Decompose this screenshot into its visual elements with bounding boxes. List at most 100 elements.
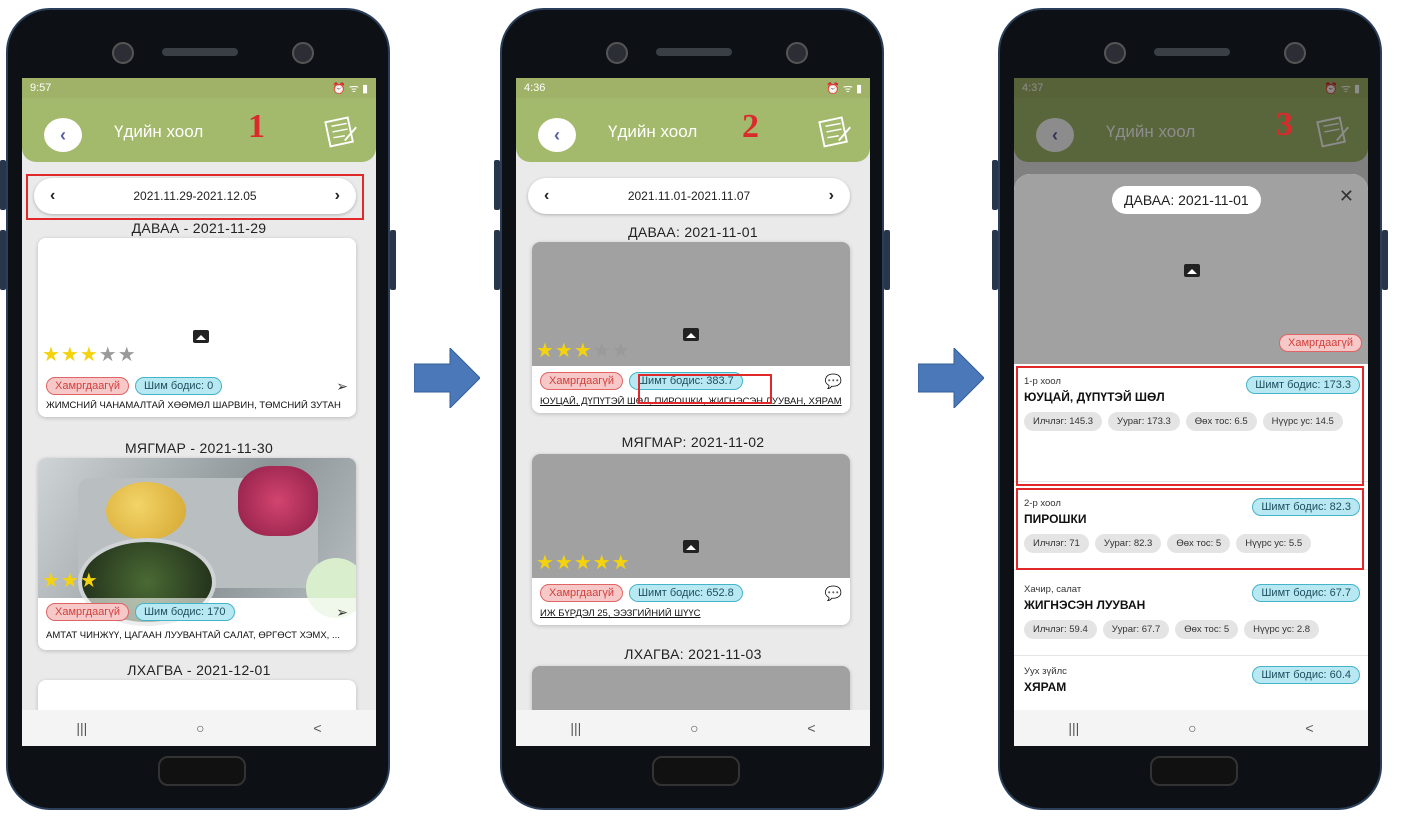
volume-button — [992, 160, 998, 210]
send-icon[interactable]: ➢ — [336, 604, 348, 621]
meal-image: ★★★★★ — [532, 242, 850, 366]
close-icon[interactable]: ✕ — [1339, 186, 1354, 207]
nutrient-badge: Шим бодис: 0 — [134, 377, 223, 395]
back-button[interactable]: ‹ — [538, 118, 576, 152]
phone-frame-2: 4:36 ⏰ ᯤ ▮ ‹ Үдийн хоол 2 ‹ 2021.11.01-2… — [494, 8, 890, 810]
home-icon[interactable]: ○ — [690, 720, 698, 736]
image-placeholder-icon — [683, 328, 699, 341]
meal-image: ★★★★★ — [532, 454, 850, 578]
sensor — [292, 42, 314, 64]
volume-button — [494, 160, 500, 210]
page-title: Үдийн хоол — [114, 122, 204, 141]
nutrient-badge: Шимт бодис: 60.4 — [1252, 666, 1360, 684]
phone-frame-3: 4:37 ⏰ ᯤ ▮ ‹ Үдийн хоол 3 Хамргдаагүй ДА… — [992, 8, 1388, 810]
back-nav-icon[interactable]: < — [313, 720, 321, 736]
meal-detail-sheet: Хамргдаагүй ДАВАА: 2021-11-01 ✕ 1-р хоол… — [1014, 174, 1368, 746]
comment-icon[interactable]: 💬 — [825, 373, 842, 390]
meal-item: Хачир, салат ЖИГНЭСЭН ЛУУВАН Шимт бодис:… — [1014, 578, 1368, 656]
system-nav-bar: ||| ○ < — [1014, 710, 1368, 746]
send-icon[interactable]: ➢ — [336, 378, 348, 395]
home-icon[interactable]: ○ — [1188, 720, 1196, 736]
power-button — [884, 230, 890, 290]
status-icons: ⏰ ᯤ ▮ — [826, 82, 862, 95]
meal-caption: ЖИМСНИЙ ЧАНАМАЛТАЙ ХӨӨМӨЛ ШАРВИН, ТӨМСНИ… — [46, 400, 341, 411]
chevron-left-icon: ‹ — [60, 124, 66, 145]
screen-3: 4:37 ⏰ ᯤ ▮ ‹ Үдийн хоол 3 Хамргдаагүй ДА… — [1014, 78, 1368, 746]
status-time: 4:36 — [524, 82, 546, 94]
chevron-left-icon[interactable]: ‹ — [544, 187, 549, 205]
back-nav-icon[interactable]: < — [807, 720, 815, 736]
nutrient-pill: Илчлэг: 59.4 — [1024, 620, 1097, 639]
image-placeholder-icon — [683, 540, 699, 553]
day-header: МЯГМАР: 2021-11-02 — [621, 434, 765, 450]
meal-caption: ИЖ БҮРДЭЛ 25, ЭЭЗГИЙНИЙ ШҮҮС — [540, 608, 701, 619]
volume-button — [0, 230, 6, 290]
front-camera — [112, 42, 134, 64]
rating-stars[interactable]: ★★★★★ — [536, 338, 631, 363]
day-header: ДАВАА - 2021-11-29 — [131, 220, 267, 236]
day-header: МЯГМАР - 2021-11-30 — [124, 440, 274, 456]
sheet-title: ДАВАА: 2021-11-01 — [1112, 186, 1261, 214]
system-nav-bar: ||| ○ < — [22, 710, 376, 746]
power-button — [390, 230, 396, 290]
status-icons: ⏰ ᯤ ▮ — [332, 82, 368, 95]
earpiece-speaker — [656, 48, 732, 56]
power-button — [1382, 230, 1388, 290]
day-header: ЛХАГВА: 2021-11-03 — [624, 646, 762, 662]
image-placeholder-icon — [1184, 264, 1200, 277]
meal-caption: АМТАТ ЧИНЖҮҮ, ЦАГААН ЛУУВАНТАЙ САЛАТ, ӨР… — [46, 630, 340, 641]
recent-apps-icon[interactable]: ||| — [570, 720, 581, 736]
volume-button — [992, 230, 998, 290]
phone-chin — [1150, 756, 1238, 786]
sensor — [786, 42, 808, 64]
front-camera — [1104, 42, 1126, 64]
step-number: 2 — [742, 108, 759, 145]
back-button[interactable]: ‹ — [44, 118, 82, 152]
meal-card[interactable]: ★★★ Хамргдаагүй Шим бодис: 170 ➢ АМТАТ Ч… — [38, 458, 356, 650]
notepad-icon[interactable] — [322, 112, 360, 150]
page-title: Үдийн хоол — [608, 122, 698, 141]
sensor — [1284, 42, 1306, 64]
recent-apps-icon[interactable]: ||| — [76, 720, 87, 736]
meal-image: ★★★ — [38, 458, 356, 626]
notepad-icon[interactable] — [816, 112, 854, 150]
system-nav-bar: ||| ○ < — [516, 710, 870, 746]
status-bar: 4:36 ⏰ ᯤ ▮ — [516, 78, 870, 98]
rating-stars[interactable]: ★★★★★ — [42, 342, 137, 367]
home-icon[interactable]: ○ — [196, 720, 204, 736]
day-header: ДАВАА: 2021-11-01 — [628, 224, 758, 240]
comment-icon[interactable]: 💬 — [825, 585, 842, 602]
nutrient-pill: Уураг: 67.7 — [1102, 620, 1170, 639]
phone-chin — [652, 756, 740, 786]
screen-1: 9:57 ⏰ ᯤ ▮ ‹ Үдийн хоол 1 ‹ 2021.11.29-2… — [22, 78, 376, 746]
nutrient-pill: Нүүрс ус: 2.8 — [1244, 620, 1320, 639]
phone-frame-1: 9:57 ⏰ ᯤ ▮ ‹ Үдийн хоол 1 ‹ 2021.11.29-2… — [0, 8, 396, 810]
screen-2: 4:36 ⏰ ᯤ ▮ ‹ Үдийн хоол 2 ‹ 2021.11.01-2… — [516, 78, 870, 746]
arrow-right-icon — [414, 348, 480, 408]
image-placeholder-icon — [193, 330, 209, 343]
nutrient-badge: Шимт бодис: 652.8 — [628, 584, 743, 602]
status-badge: Хамргдаагүй — [540, 584, 623, 602]
step-number: 1 — [248, 108, 265, 145]
app-bar: ‹ Үдийн хоол 1 — [22, 98, 376, 162]
week-selector: ‹ 2021.11.01-2021.11.07 › — [528, 178, 850, 214]
highlight-box — [1016, 366, 1364, 486]
status-badge: Хамргдаагүй — [46, 603, 129, 621]
meal-card[interactable]: ★★★★★ Хамргдаагүй Шимт бодис: 652.8 💬 ИЖ… — [532, 454, 850, 625]
chevron-right-icon[interactable]: › — [829, 187, 834, 205]
rating-stars[interactable]: ★★★★★ — [536, 550, 631, 575]
meal-card[interactable]: ★★★★★ Хамргдаагүй Шим бодис: 0 ➢ ЖИМСНИЙ… — [38, 238, 356, 417]
earpiece-speaker — [162, 48, 238, 56]
rating-stars[interactable]: ★★★ — [42, 568, 99, 593]
front-camera — [606, 42, 628, 64]
nutrient-pill: Өөх тос: 5 — [1175, 620, 1239, 639]
recent-apps-icon[interactable]: ||| — [1068, 720, 1079, 736]
phone-chin — [158, 756, 246, 786]
nutrient-badge: Шимт бодис: 67.7 — [1252, 584, 1360, 602]
status-badge: Хамргдаагүй — [46, 377, 129, 395]
back-nav-icon[interactable]: < — [1305, 720, 1313, 736]
step-number: 3 — [1276, 106, 1293, 143]
arrow-right-icon — [918, 348, 984, 408]
nutrient-badge: Шим бодис: 170 — [134, 603, 235, 621]
status-badge: Хамргдаагүй — [540, 372, 623, 390]
